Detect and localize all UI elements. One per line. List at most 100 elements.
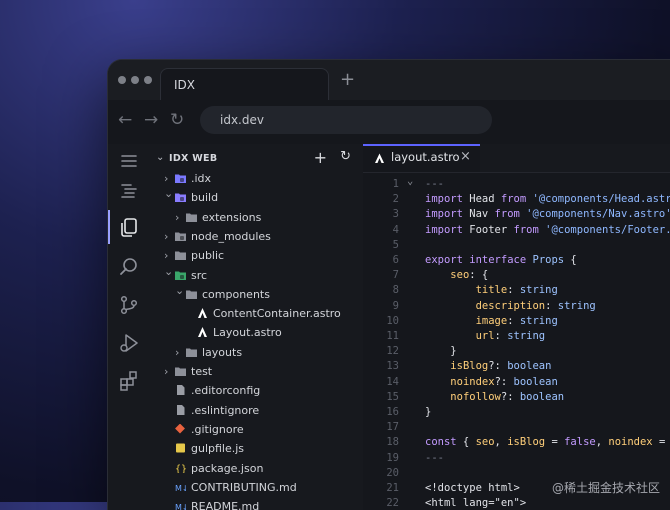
line-number: 5 — [363, 238, 399, 253]
tree-item-label: components — [202, 285, 270, 304]
code-line-content: <html lang="en"> — [425, 496, 526, 510]
watermark: @稀土掘金技术社区 — [552, 479, 660, 496]
source-control-icon[interactable] — [118, 294, 140, 316]
line-number: 15 — [363, 390, 399, 405]
astro-file-icon — [374, 153, 385, 164]
line-number: 16 — [363, 405, 399, 420]
code-token: import — [425, 224, 463, 236]
file-icon — [175, 405, 186, 415]
folder-icon — [175, 173, 186, 183]
code-area[interactable]: 1⌄---2import Head from '@components/Head… — [363, 172, 670, 510]
close-icon[interactable]: × — [460, 149, 471, 164]
menu-icon[interactable] — [118, 150, 140, 172]
folder-icon — [175, 250, 186, 260]
editor-tab-layout-astro[interactable]: layout.astro × — [363, 144, 480, 172]
refresh-icon[interactable]: ↻ — [340, 149, 351, 164]
code-token: seo — [476, 436, 495, 448]
explorer-header: ⌄ IDX WEB + ↻ — [156, 152, 355, 168]
code-token: boolean — [507, 360, 551, 372]
code-token: } — [425, 406, 431, 418]
chevron-right-icon[interactable]: › — [175, 343, 185, 362]
code-token: seo — [450, 269, 469, 281]
files-explorer-icon[interactable] — [118, 216, 140, 238]
code-token: noindex — [608, 436, 652, 448]
chevron-down-icon[interactable]: ⌄ — [164, 262, 174, 281]
code-token: boolean — [520, 391, 564, 403]
line-number: 1 — [363, 177, 399, 192]
url-field[interactable]: idx.dev — [200, 106, 492, 134]
code-token: string — [520, 315, 558, 327]
forward-arrow-icon[interactable]: → — [144, 110, 158, 130]
code-token: } — [425, 345, 457, 357]
code-line-content: seo: { — [425, 268, 488, 283]
reload-icon[interactable]: ↻ — [170, 110, 184, 130]
tree-item-label: package.json — [191, 459, 263, 478]
chevron-right-icon[interactable]: › — [164, 227, 174, 246]
file-icon: {} — [175, 463, 186, 473]
code-token: : — [495, 330, 508, 342]
tree-item-label: test — [191, 362, 212, 381]
line-number: 22 — [363, 496, 399, 510]
chevron-right-icon[interactable]: › — [175, 208, 185, 227]
tree-item-label: build — [191, 188, 218, 207]
tree-item-label: ContentContainer.astro — [213, 304, 341, 323]
search-icon[interactable] — [118, 256, 140, 278]
code-token: noindex — [450, 376, 494, 388]
file-icon — [175, 443, 186, 453]
line-number: 20 — [363, 466, 399, 481]
window-dot-close[interactable] — [118, 76, 126, 84]
tree-item-label: node_modules — [191, 227, 271, 246]
new-file-plus-icon[interactable]: + — [314, 148, 327, 167]
code-line-content: url: string — [425, 329, 545, 344]
code-token: <!doctype html> — [425, 482, 520, 494]
tree-item-label: README.md — [191, 497, 259, 510]
chevron-down-icon[interactable]: ⌄ — [175, 281, 185, 300]
code-token — [425, 269, 450, 281]
editor-tab-label: layout.astro — [391, 150, 460, 164]
folder-icon — [175, 270, 186, 280]
chevron-down-icon[interactable]: ⌄ — [164, 184, 174, 203]
code-token — [425, 284, 476, 296]
code-token: { — [457, 436, 476, 448]
code-line-content: <!doctype html> — [425, 481, 520, 496]
chevron-right-icon[interactable]: › — [164, 362, 174, 381]
back-arrow-icon[interactable]: ← — [118, 110, 132, 130]
chevron-down-icon[interactable]: ⌄ — [156, 152, 164, 163]
code-line-content: image: string — [425, 314, 558, 329]
tree-item-label: .editorconfig — [191, 381, 260, 400]
browser-tab[interactable]: IDX — [160, 68, 329, 100]
fold-chevron-icon[interactable]: ⌄ — [407, 174, 413, 189]
extensions-icon[interactable] — [118, 370, 140, 392]
file-explorer: ⌄ IDX WEB + ↻ ›.idx⌄build›extensions›nod… — [150, 144, 364, 510]
code-token: image — [476, 315, 508, 327]
new-tab-plus-icon[interactable]: + — [340, 70, 355, 90]
line-number: 9 — [363, 299, 399, 314]
folder-icon — [186, 289, 197, 299]
code-line-content: import Footer from '@components/Footer.a… — [425, 223, 670, 238]
tree-item-label: extensions — [202, 208, 261, 227]
code-line-content: } — [425, 405, 431, 420]
line-number: 8 — [363, 283, 399, 298]
run-debug-icon[interactable] — [118, 332, 140, 354]
code-token: string — [507, 330, 545, 342]
window-dot-maximize[interactable] — [144, 76, 152, 84]
browser-window: IDX + ← → ↻ idx.dev — [108, 60, 670, 510]
browser-tabbar: IDX + — [108, 60, 670, 100]
folder-icon — [175, 192, 186, 202]
code-token: : — [507, 315, 520, 327]
code-token: Head — [463, 193, 501, 205]
file-icon: M↓ — [175, 482, 186, 492]
window-dot-minimize[interactable] — [131, 76, 139, 84]
code-token: const — [425, 436, 457, 448]
tree-item-label: public — [191, 246, 224, 265]
code-token: --- — [425, 178, 444, 190]
outline-icon[interactable] — [118, 180, 140, 202]
svg-text:M↓: M↓ — [175, 484, 186, 492]
code-token: from — [514, 224, 539, 236]
code-line-content: description: string — [425, 299, 596, 314]
file-icon — [175, 424, 186, 434]
code-token: string — [520, 284, 558, 296]
code-line-content: import Head from '@components/Head.astro… — [425, 192, 670, 207]
code-token: : — [507, 284, 520, 296]
code-line-content: import Nav from '@components/Nav.astro' — [425, 207, 670, 222]
